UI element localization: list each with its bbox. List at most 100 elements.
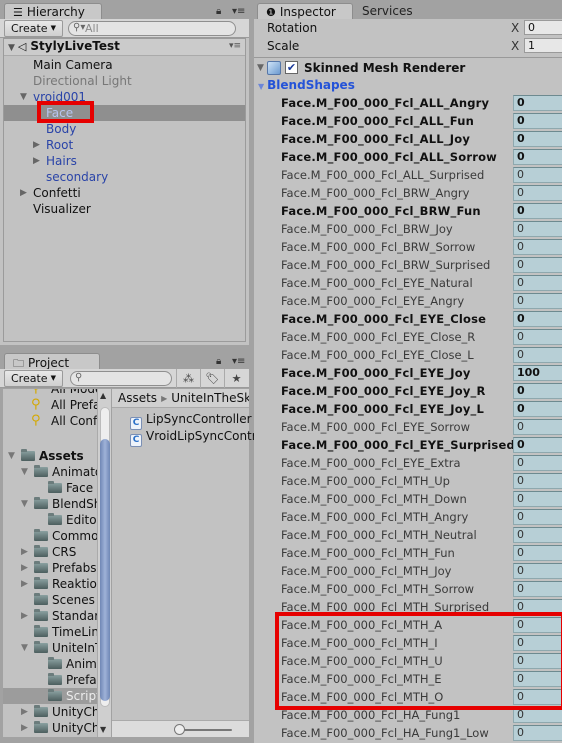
collapse-arrow-icon[interactable]: ▶ <box>21 704 28 720</box>
blendshape-value-field[interactable]: 0 <box>513 563 562 579</box>
folder-tree-item[interactable]: ▶ Reaktion <box>3 576 100 592</box>
blendshape-value-field[interactable]: 0 <box>513 455 562 471</box>
folder-tree-item[interactable]: ▼ UniteInTheSky <box>3 640 100 656</box>
folder-tree-item[interactable]: Editor <box>3 512 100 528</box>
expand-arrow-icon[interactable]: ▼ <box>8 448 15 464</box>
create-button[interactable]: Create ▼ <box>4 370 63 387</box>
blendshape-value-field[interactable]: 0 <box>513 383 562 399</box>
folder-tree-item[interactable]: ▼ Assets <box>3 448 100 464</box>
panel-menu-icon[interactable]: ▾≡ <box>232 6 245 17</box>
blendshape-value-field[interactable]: 0 <box>513 221 562 237</box>
tab-hierarchy[interactable]: ☰ Hierarchy <box>4 3 102 20</box>
favorite-search-item[interactable]: ⚲ All Models <box>3 389 100 397</box>
blendshape-value-field[interactable]: 0 <box>513 545 562 561</box>
folder-tree-item[interactable]: ▼ BlendShape <box>3 496 100 512</box>
hierarchy-item[interactable]: ▶ Hairs <box>4 153 245 169</box>
scene-menu-icon[interactable]: ▾≡ <box>229 41 241 51</box>
hierarchy-item[interactable]: Directional Light <box>4 73 245 89</box>
blendshape-value-field[interactable]: 0 <box>513 671 562 687</box>
breadcrumb-item[interactable]: UniteInTheSky <box>171 391 249 405</box>
folder-tree-scrollbar[interactable]: ▲ ▼ <box>97 389 111 737</box>
folder-tree-item[interactable]: ▶ Prefabs <box>3 560 100 576</box>
favorite-search-item[interactable]: ⚲ All Prefabs <box>3 397 100 413</box>
blendshape-value-field[interactable]: 0 <box>513 653 562 669</box>
panel-menu-icon[interactable]: ▾≡ <box>232 356 245 367</box>
expand-arrow-icon[interactable]: ▼ <box>257 59 264 77</box>
collapse-arrow-icon[interactable]: ▶ <box>21 560 28 576</box>
hierarchy-item[interactable]: Face <box>4 105 245 121</box>
blendshapes-foldout[interactable]: ▼ BlendShapes <box>254 77 355 93</box>
blendshape-value-field[interactable]: 0 <box>513 473 562 489</box>
rotation-x-field[interactable]: 0 <box>524 20 562 35</box>
hierarchy-item[interactable]: ▼ vroid001 <box>4 89 245 105</box>
blendshape-value-field[interactable]: 0 <box>513 509 562 525</box>
folder-tree-item[interactable]: Scenes <box>3 592 100 608</box>
blendshape-value-field[interactable]: 0 <box>513 203 562 219</box>
blendshape-value-field[interactable]: 0 <box>513 581 562 597</box>
collapse-arrow-icon[interactable]: ▶ <box>21 544 28 560</box>
folder-tree-item[interactable]: ▶ UnityChan <box>3 720 100 736</box>
scene-header[interactable]: ▼ ◁ StylyLiveTest ▾≡ <box>4 39 245 56</box>
blendshape-value-field[interactable]: 100 <box>513 365 562 381</box>
lock-icon[interactable]: 🔒︎ <box>216 6 221 17</box>
folder-tree-item[interactable]: Face <box>3 480 100 496</box>
folder-tree-item[interactable]: ▼ AnimatorController <box>3 464 100 480</box>
blendshape-value-field[interactable]: 0 <box>513 401 562 417</box>
folder-tree-item[interactable]: Common <box>3 528 100 544</box>
filter-by-type-icon[interactable]: ⁂ <box>176 369 200 388</box>
collapse-arrow-icon[interactable]: ▶ <box>33 137 40 153</box>
collapse-arrow-icon[interactable]: ▶ <box>21 608 28 624</box>
blendshape-value-field[interactable]: 0 <box>513 131 562 147</box>
tab-inspector[interactable]: ❶ Inspector <box>257 3 353 20</box>
collapse-arrow-icon[interactable]: ▶ <box>20 185 27 201</box>
folder-tree-item[interactable]: ▶ CRS <box>3 544 100 560</box>
blendshape-value-field[interactable]: 0 <box>513 113 562 129</box>
hierarchy-search-input[interactable]: ⚲▾ All <box>68 21 236 36</box>
scale-x-field[interactable]: 1 <box>524 38 562 53</box>
blendshape-value-field[interactable]: 0 <box>513 725 562 741</box>
blendshape-value-field[interactable]: 0 <box>513 635 562 651</box>
blendshape-value-field[interactable]: 0 <box>513 149 562 165</box>
hierarchy-item[interactable]: Visualizer <box>4 201 245 217</box>
breadcrumb-item[interactable]: Assets <box>118 391 157 405</box>
blendshape-value-field[interactable]: 0 <box>513 527 562 543</box>
folder-tree-item[interactable]: ▶ StandardAssets <box>3 608 100 624</box>
blendshape-value-field[interactable]: 0 <box>513 257 562 273</box>
collapse-arrow-icon[interactable]: ▶ <box>21 576 28 592</box>
icon-size-slider-handle[interactable] <box>174 724 185 735</box>
blendshape-value-field[interactable]: 0 <box>513 167 562 183</box>
hierarchy-item[interactable]: ▶ Root <box>4 137 245 153</box>
project-search-input[interactable]: ⚲ <box>70 371 172 386</box>
expand-arrow-icon[interactable]: ▼ <box>20 89 27 105</box>
blendshape-value-field[interactable]: 0 <box>513 329 562 345</box>
component-enabled-checkbox[interactable]: ✔ <box>285 61 298 74</box>
blendshape-value-field[interactable]: 0 <box>513 689 562 705</box>
hierarchy-item[interactable]: Body <box>4 121 245 137</box>
hierarchy-item[interactable]: ▶ Confetti <box>4 185 245 201</box>
favorites-star-icon[interactable]: ★ <box>224 369 248 388</box>
folder-tree-item[interactable]: Animation <box>3 656 100 672</box>
expand-arrow-icon[interactable]: ▼ <box>21 464 28 480</box>
lock-icon[interactable]: 🔒︎ <box>216 356 221 367</box>
blendshape-value-field[interactable]: 0 <box>513 419 562 435</box>
icon-size-slider-track[interactable] <box>182 729 232 731</box>
create-button[interactable]: Create ▼ <box>4 20 63 37</box>
skinned-mesh-renderer-header[interactable]: ▼ ✔ Skinned Mesh Renderer <box>254 59 562 77</box>
blendshape-value-field[interactable]: 0 <box>513 617 562 633</box>
expand-arrow-icon[interactable]: ▼ <box>21 496 28 512</box>
scrollbar-thumb[interactable] <box>100 439 110 701</box>
hierarchy-item[interactable]: Main Camera <box>4 57 245 73</box>
blendshape-value-field[interactable]: 0 <box>513 347 562 363</box>
blendshape-value-field[interactable]: 0 <box>513 95 562 111</box>
blendshape-value-field[interactable]: 0 <box>513 239 562 255</box>
expand-arrow-icon[interactable]: ▼ <box>258 82 264 91</box>
blendshape-value-field[interactable]: 0 <box>513 185 562 201</box>
collapse-arrow-icon[interactable]: ▶ <box>33 153 40 169</box>
scroll-down-icon[interactable]: ▼ <box>100 725 106 734</box>
scroll-up-icon[interactable]: ▲ <box>100 391 106 400</box>
collapse-arrow-icon[interactable]: ▶ <box>21 720 28 736</box>
tab-services[interactable]: Services <box>354 3 421 20</box>
folder-tree-item[interactable]: TimeLine <box>3 624 100 640</box>
folder-tree-item[interactable]: ▶ UnityChan <box>3 704 100 720</box>
tab-project[interactable]: 🗀 Project <box>4 353 100 370</box>
